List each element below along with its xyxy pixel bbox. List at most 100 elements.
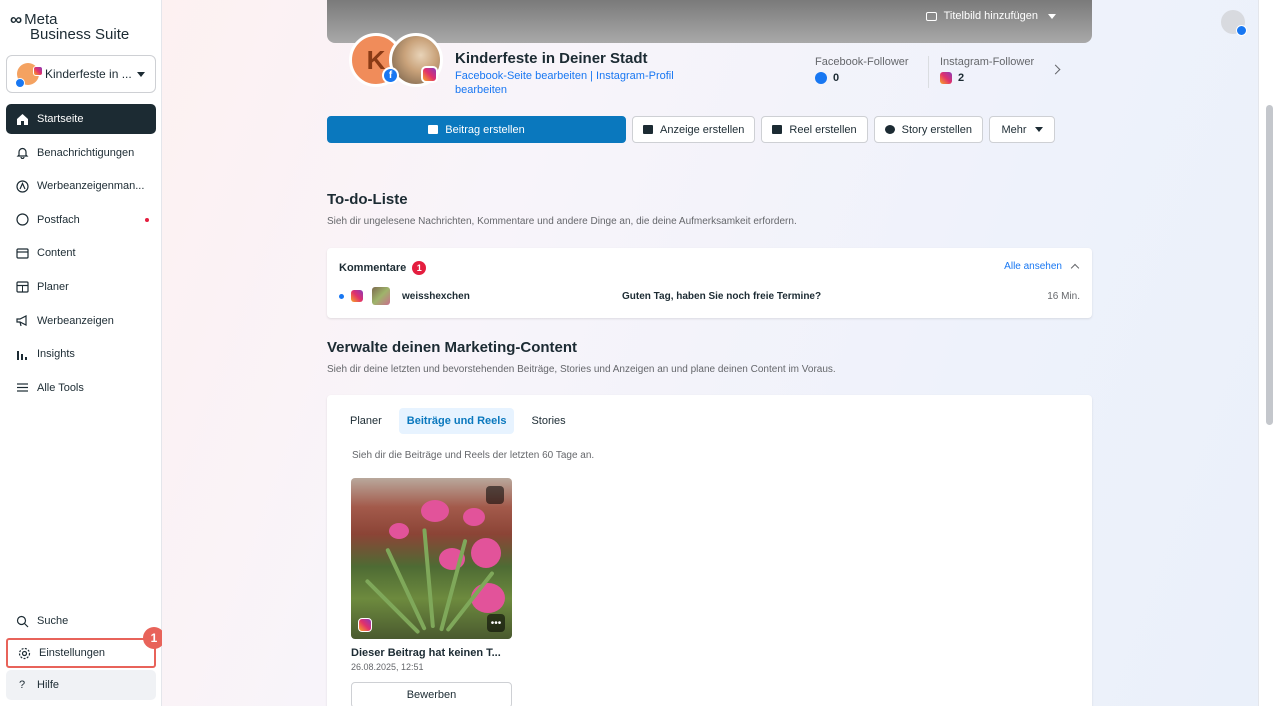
action-bar: Beitrag erstellen Anzeige erstellen Reel…: [327, 116, 1061, 143]
see-all-link[interactable]: Alle ansehen: [1004, 261, 1080, 273]
create-ad-button[interactable]: Anzeige erstellen: [632, 116, 756, 143]
nav-item-einstellungen[interactable]: Einstellungen: [6, 638, 156, 668]
sidebar: ∞ Meta Business Suite Kinderfeste in ... …: [0, 0, 165, 706]
create-reel-button[interactable]: Reel erstellen: [761, 116, 868, 143]
facebook-icon: [1236, 25, 1247, 36]
more-options-icon[interactable]: •••: [487, 614, 505, 632]
caret-down-icon: [1048, 13, 1056, 19]
create-reel-label: Reel erstellen: [789, 123, 857, 136]
nav-item-label: Planer: [37, 280, 69, 293]
leaf-shape: [422, 528, 435, 629]
ads-manager-icon: [14, 178, 30, 194]
nav-item-content[interactable]: Content: [6, 238, 156, 268]
menu-icon: [14, 380, 30, 396]
divider: [928, 56, 929, 88]
marketing-title: Verwalte deinen Marketing-Content: [327, 339, 578, 356]
reel-icon: [772, 125, 783, 134]
nav-item-label: Postfach: [37, 213, 80, 226]
todo-subtitle: Sieh dir ungelesene Nachrichten, Komment…: [327, 216, 797, 227]
megaphone-icon: [643, 125, 653, 134]
meta-business-suite-logo[interactable]: ∞ Meta Business Suite: [10, 10, 129, 42]
nav-item-alle-tools[interactable]: Alle Tools: [6, 373, 156, 403]
home-icon: [14, 111, 30, 127]
main-content: Titelbild hinzufügen K f Kinderfeste in …: [162, 0, 1258, 706]
post-thumbnail[interactable]: •••: [351, 478, 512, 639]
camera-icon: [925, 11, 937, 21]
see-all-label: Alle ansehen: [1004, 261, 1062, 272]
more-button[interactable]: Mehr: [988, 116, 1055, 143]
tab-subtitle: Sieh dir die Beiträge und Reels der letz…: [352, 450, 595, 461]
search-icon: [14, 613, 30, 629]
content-icon: [14, 245, 30, 261]
caret-down-icon: [1034, 127, 1043, 132]
main-nav: Startseite Benachrichtigungen Werbeanzei…: [6, 104, 156, 406]
nav-item-hilfe[interactable]: ? Hilfe: [6, 670, 156, 700]
post-date: 26.08.2025, 12:51: [351, 662, 424, 672]
flower-shape: [471, 538, 501, 568]
instagram-icon: [421, 66, 438, 83]
comments-count-badge: 1: [412, 261, 427, 275]
meta-infinity-icon: ∞: [10, 10, 23, 29]
create-post-label: Beitrag erstellen: [445, 123, 525, 136]
scrollbar-thumb[interactable]: [1266, 105, 1273, 425]
comment-row[interactable]: weisshexchen Guten Tag, haben Sie noch f…: [339, 287, 1080, 305]
nav-item-postfach[interactable]: Postfach: [6, 205, 156, 235]
create-story-button[interactable]: Story erstellen: [873, 116, 983, 143]
help-icon: ?: [18, 679, 26, 691]
flower-shape: [389, 523, 409, 539]
calendar-icon: [14, 279, 30, 295]
megaphone-icon: [14, 313, 30, 329]
flower-shape: [463, 508, 485, 526]
tab-planer[interactable]: Planer: [342, 408, 390, 434]
chat-icon: [14, 212, 30, 228]
nav-item-suche[interactable]: Suche: [6, 606, 156, 636]
nav-item-label: Hilfe: [37, 679, 60, 691]
post-icon: [428, 125, 439, 134]
nav-item-werbeanzeigenmanager[interactable]: Werbeanzeigenman...: [6, 171, 156, 201]
unread-dot: [339, 293, 344, 299]
instagram-icon: [940, 72, 952, 84]
edit-profile-links[interactable]: Facebook-Seite bearbeiten | Instagram-Pr…: [455, 69, 695, 97]
chevron-right-icon[interactable]: [1050, 64, 1061, 75]
marketing-subtitle: Sieh dir deine letzten und bevorstehende…: [327, 364, 836, 375]
logo-text-meta: Meta: [24, 11, 58, 28]
page-selector[interactable]: Kinderfeste in ...: [6, 55, 156, 93]
nav-item-label: Benachrichtigungen: [37, 146, 135, 159]
nav-item-label: Einstellungen: [39, 647, 106, 659]
instagram-icon: [351, 290, 363, 302]
account-avatar[interactable]: [1221, 10, 1247, 36]
nav-item-label: Suche: [37, 615, 69, 627]
flower-shape: [471, 583, 505, 613]
unread-dot: [145, 217, 149, 222]
tab-beitraege-und-reels[interactable]: Beiträge und Reels: [398, 408, 515, 434]
facebook-icon: [815, 72, 827, 84]
nav-item-label: Insights: [37, 348, 75, 361]
add-cover-photo-button[interactable]: Titelbild hinzufügen: [925, 10, 1056, 22]
nav-item-benachrichtigungen[interactable]: Benachrichtigungen: [6, 138, 156, 168]
scrollbar[interactable]: [1258, 0, 1280, 706]
page-selector-label: Kinderfeste in ...: [45, 67, 132, 81]
facebook-followers-stat: Facebook-Follower 0: [815, 56, 909, 84]
chevron-up-icon[interactable]: [1070, 263, 1080, 273]
post-title: Dieser Beitrag hat keinen T...: [351, 647, 501, 659]
tab-stories[interactable]: Stories: [523, 408, 573, 434]
instagram-followers-stat: Instagram-Follower 2: [940, 56, 1034, 84]
boost-button[interactable]: Bewerben: [351, 682, 512, 706]
insights-icon: [14, 346, 30, 362]
bottom-nav: Suche Einstellungen ? Hilfe: [6, 606, 156, 702]
nav-item-insights[interactable]: Insights: [6, 339, 156, 369]
facebook-followers-label: Facebook-Follower: [815, 56, 909, 68]
story-icon: [884, 125, 895, 134]
create-post-button[interactable]: Beitrag erstellen: [327, 116, 626, 143]
caret-down-icon: [137, 71, 145, 77]
flower-shape: [421, 500, 449, 522]
instagram-icon: [358, 618, 372, 632]
marketing-card: Planer Beiträge und Reels Stories Sieh d…: [327, 395, 1092, 706]
comments-label: Kommentare: [339, 262, 407, 274]
nav-item-label: Startseite: [37, 113, 84, 125]
instagram-icon: [33, 66, 43, 76]
instagram-followers-value: 2: [958, 72, 965, 84]
nav-item-planer[interactable]: Planer: [6, 272, 156, 302]
nav-item-werbeanzeigen[interactable]: Werbeanzeigen: [6, 306, 156, 336]
nav-item-startseite[interactable]: Startseite: [6, 104, 156, 134]
